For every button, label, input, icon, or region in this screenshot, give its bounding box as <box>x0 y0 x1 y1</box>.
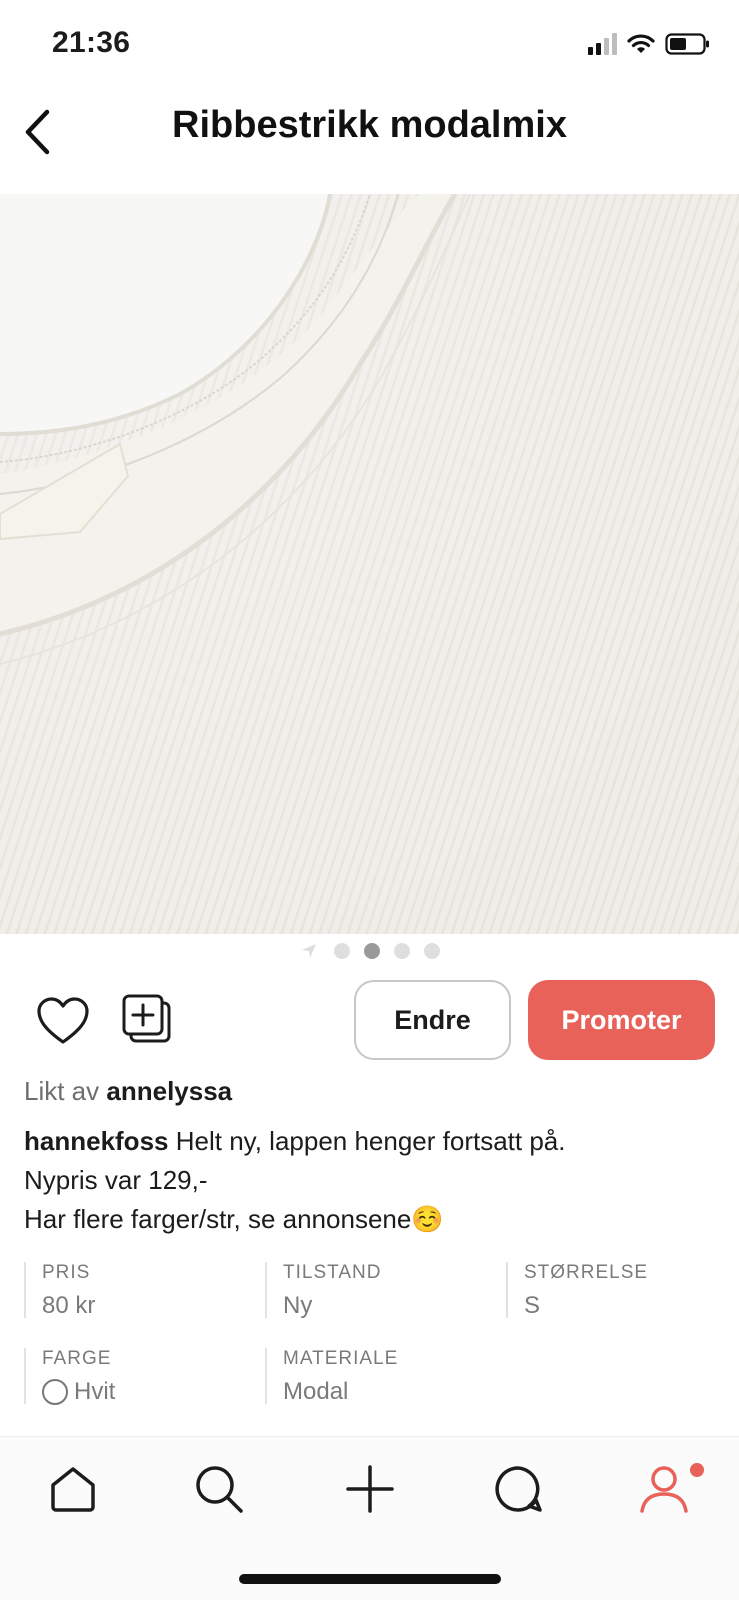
action-row: Endre Promoter <box>0 980 739 1064</box>
plus-icon <box>346 1465 394 1513</box>
edit-button[interactable]: Endre <box>354 980 511 1060</box>
attr-material-label: MATERIALE <box>283 1348 399 1369</box>
heart-icon <box>37 997 89 1044</box>
home-indicator <box>239 1574 501 1584</box>
liked-by: Likt av annelyssa <box>24 1076 232 1107</box>
battery-icon <box>665 33 709 55</box>
attr-color-value-row: Hvit <box>42 1378 115 1406</box>
product-photo[interactable] <box>0 194 739 934</box>
like-button[interactable] <box>34 992 92 1050</box>
attr-price-label: PRIS <box>42 1262 91 1283</box>
liked-by-user[interactable]: annelyssa <box>106 1076 232 1106</box>
location-arrow-icon <box>301 944 316 958</box>
nav-bar: Ribbestrikk modalmix <box>0 90 739 192</box>
profile-icon <box>640 1466 688 1513</box>
signal-icon <box>588 33 617 55</box>
attr-condition-value: Ny <box>283 1292 313 1319</box>
wifi-icon <box>627 34 655 53</box>
attr-condition: TILSTAND Ny <box>265 1262 382 1319</box>
attr-color-label: FARGE <box>42 1348 112 1369</box>
page-title: Ribbestrikk modalmix <box>172 104 567 146</box>
status-time: 21:36 <box>52 26 131 59</box>
product-image <box>0 194 739 934</box>
tab-home[interactable] <box>43 1459 103 1519</box>
attr-color-value: Hvit <box>74 1378 116 1405</box>
attr-price-value: 80 kr <box>42 1292 96 1319</box>
tab-search[interactable] <box>189 1459 249 1519</box>
liked-by-prefix: Likt av <box>24 1076 100 1106</box>
description-line-2: Nypris var 129,- <box>24 1165 208 1195</box>
status-bar: 21:36 <box>0 0 739 90</box>
carousel-dot[interactable] <box>333 943 350 959</box>
promote-button[interactable]: Promoter <box>528 980 715 1060</box>
carousel-dot[interactable] <box>393 943 410 959</box>
seller-username[interactable]: hannekfoss <box>24 1126 169 1156</box>
tab-messages[interactable] <box>488 1459 548 1519</box>
attr-condition-label: TILSTAND <box>283 1262 382 1283</box>
tab-add[interactable] <box>340 1459 400 1519</box>
attr-material: MATERIALE Modal <box>265 1348 399 1405</box>
notification-badge <box>690 1463 704 1477</box>
search-icon <box>196 1466 243 1513</box>
description-line-1: Helt ny, lappen henger fortsatt på. <box>175 1126 566 1156</box>
color-swatch <box>42 1379 68 1405</box>
chat-icon <box>495 1466 542 1512</box>
carousel-dot-active[interactable] <box>363 943 380 959</box>
add-to-collection-button[interactable] <box>118 990 176 1048</box>
status-icons <box>588 33 711 55</box>
tab-profile[interactable] <box>634 1459 704 1519</box>
attr-color: FARGE Hvit <box>24 1348 115 1406</box>
description-line-3: Har flere farger/str, se annonsene <box>24 1204 412 1234</box>
add-collection-icon <box>122 994 171 1043</box>
carousel-indicator <box>0 942 739 960</box>
attr-material-value: Modal <box>283 1378 349 1405</box>
smile-emoji: ☺️ <box>411 1204 444 1234</box>
attr-size-label: STØRRELSE <box>524 1262 649 1283</box>
attr-size-value: S <box>524 1292 541 1319</box>
listing-description: hannekfoss Helt ny, lappen henger fortsa… <box>24 1122 724 1239</box>
attr-size: STØRRELSE S <box>506 1262 649 1319</box>
attr-price: PRIS 80 kr <box>24 1262 96 1319</box>
home-icon <box>51 1467 95 1512</box>
carousel-dot[interactable] <box>423 943 440 959</box>
